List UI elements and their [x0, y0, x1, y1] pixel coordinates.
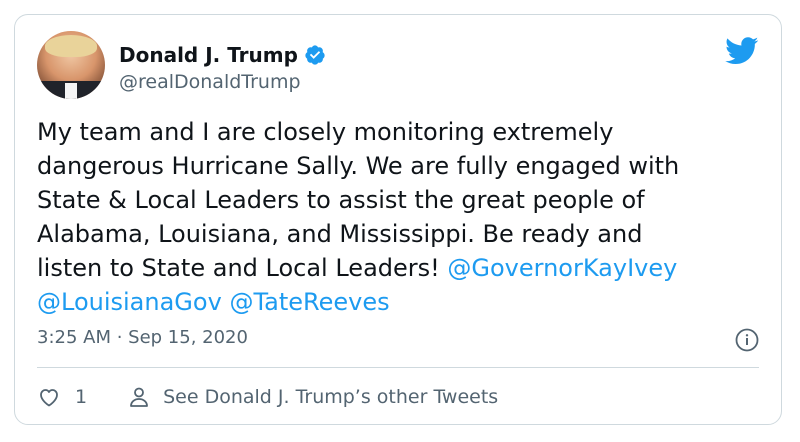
other-tweets-label: See Donald J. Trump’s other Tweets	[163, 386, 499, 408]
like-button[interactable]: 1	[37, 385, 87, 409]
name-row: Donald J. Trump	[119, 41, 326, 69]
tweet-line: Alabama, Louisiana, and Mississippi. Be …	[37, 220, 643, 248]
avatar[interactable]	[37, 31, 105, 99]
user-handle[interactable]: @realDonaldTrump	[119, 71, 301, 93]
tweet-line: dangerous Hurricane Sally. We are fully …	[37, 152, 680, 180]
tweet-line: State & Local Leaders to assist the grea…	[37, 186, 645, 214]
other-tweets-link[interactable]: See Donald J. Trump’s other Tweets	[127, 385, 498, 409]
heart-icon	[37, 385, 61, 409]
divider	[37, 367, 759, 368]
mention-louisianagov[interactable]: @LouisianaGov	[37, 288, 222, 316]
tweet-footer: 1 See Donald J. Trump’s other Tweets	[37, 383, 498, 411]
avatar-shirt	[65, 83, 77, 99]
like-count: 1	[75, 386, 88, 408]
tweet-line-text: listen to State and Local Leaders!	[37, 254, 448, 282]
tweet-text: My team and I are closely monitoring ext…	[37, 115, 767, 319]
tweet-card: Donald J. Trump @realDonaldTrump My team…	[14, 14, 782, 425]
mention-tatereeves[interactable]: @TateReeves	[229, 288, 389, 316]
person-icon	[127, 385, 151, 409]
mention-governorkayivey[interactable]: @GovernorKayIvey	[447, 254, 677, 282]
twitter-bird-icon[interactable]	[725, 37, 759, 65]
info-icon[interactable]	[735, 328, 759, 352]
tweet-line: listen to State and Local Leaders! @Gove…	[37, 251, 767, 285]
verified-badge-icon	[304, 44, 326, 66]
avatar-hair	[45, 35, 97, 57]
tweet-line: @LouisianaGov @TateReeves	[37, 285, 767, 319]
tweet-line: My team and I are closely monitoring ext…	[37, 118, 614, 146]
display-name[interactable]: Donald J. Trump	[119, 43, 298, 67]
tweet-timestamp[interactable]: 3:25 AM · Sep 15, 2020	[37, 327, 248, 348]
